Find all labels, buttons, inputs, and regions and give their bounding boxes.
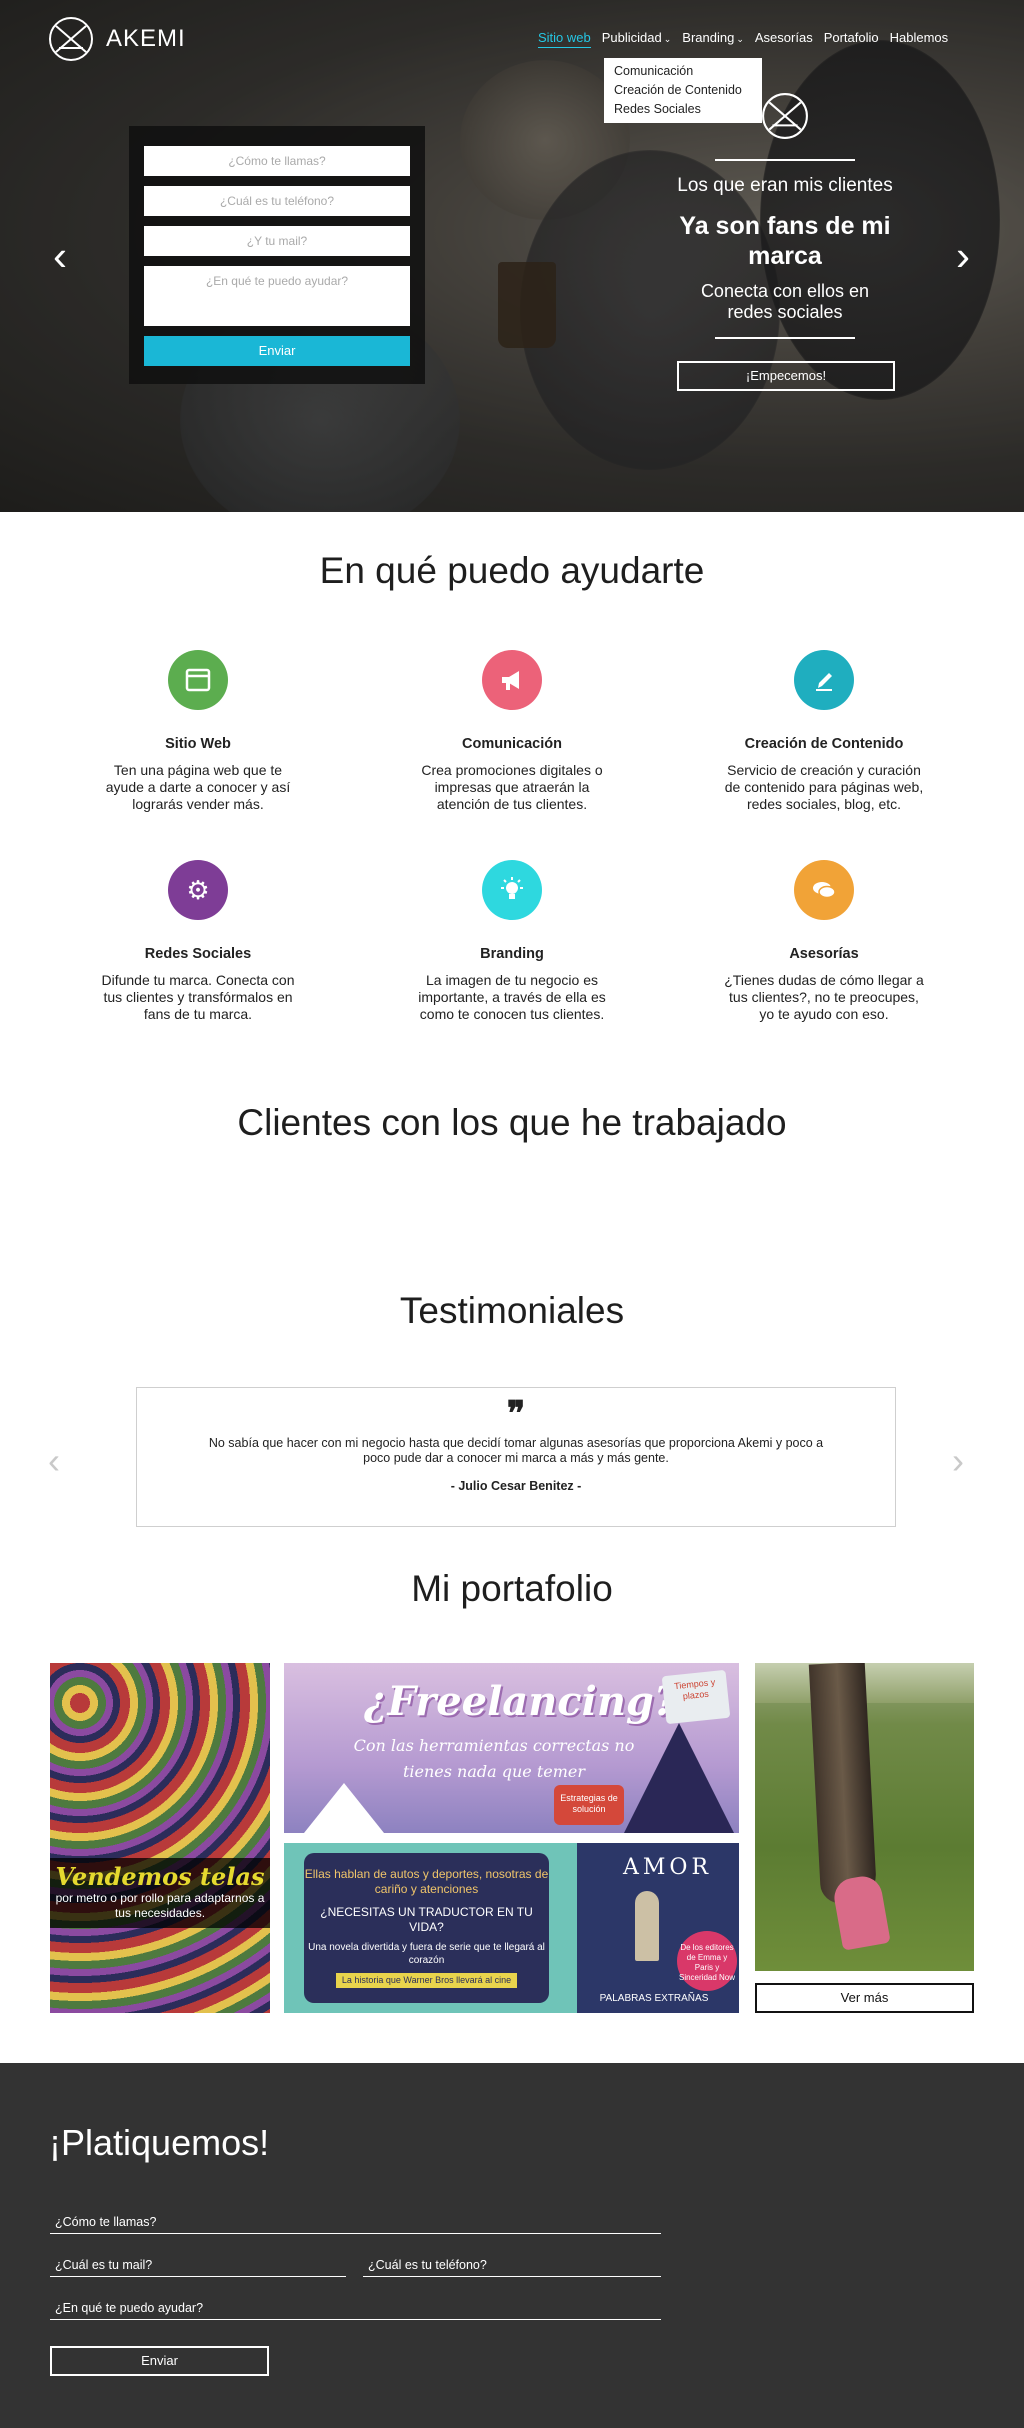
traductor-line-3: Una novela divertida y fuera de serie qu… [308, 1942, 545, 1966]
service-desc: Difunde tu marca. Conecta con tus client… [101, 972, 295, 1022]
contact-name-field[interactable]: ¿Cómo te llamas? [50, 2215, 661, 2234]
freelancing-sticker: Tiempos y plazos [661, 1669, 731, 1725]
freelancing-subtext: Con las herramientas correctas no tienes… [353, 1736, 635, 1781]
amor-title: AMOR [623, 1855, 713, 1880]
pink-shoe [831, 1873, 891, 1951]
service-name: Redes Sociales [144, 946, 252, 962]
service-name: Asesorías [789, 946, 859, 962]
chevron-down-icon: ⌄ [663, 34, 672, 44]
contact-footer: ¡Platiquemos! ¿Cómo te llamas? ¿Cuál es … [0, 2063, 1024, 2428]
traductor-line-4: La historia que Warner Bros llevará al c… [335, 1973, 518, 1988]
quote-icon: ❞ [506, 1395, 526, 1433]
logo-mark-icon [49, 17, 93, 61]
service-sitio-web: Sitio Web Ten una página web que te ayud… [98, 650, 298, 813]
slider-next-arrow-icon[interactable]: › [948, 235, 978, 277]
slider-prev-arrow-icon[interactable]: ‹ [45, 235, 75, 277]
testimonial-prev-arrow-icon[interactable]: ‹ [48, 1440, 60, 1482]
service-asesorias: Asesorías ¿Tienes dudas de cómo llegar a… [724, 860, 924, 1023]
traductor-line-2: ¿NECESITAS UN TRADUCTOR EN TU VIDA? [320, 1905, 533, 1934]
amor-circle-badge: De los editores de Emma y Paris y Sincer… [677, 1931, 737, 1991]
browser-icon [168, 650, 228, 710]
woman-figure [635, 1891, 659, 1961]
service-branding: Branding La imagen de tu negocio es impo… [412, 860, 612, 1023]
dropdown-item-comunicacion[interactable]: Comunicación [614, 62, 752, 81]
service-comunicacion: Comunicación Crea promociones digitales … [412, 650, 612, 813]
pencil-icon [794, 650, 854, 710]
clients-title: Clientes con los que he trabajado [237, 1102, 787, 1143]
service-name: Sitio Web [165, 736, 231, 752]
nav-item-label: Branding [682, 30, 735, 45]
chevron-down-icon: ⌄ [736, 34, 744, 44]
service-creacion-contenido: Creación de Contenido Servicio de creaci… [724, 650, 924, 813]
megaphone-icon [482, 650, 542, 710]
nav-item-hablemos[interactable]: Hablemos [890, 30, 949, 48]
logo-mark-icon [762, 93, 808, 139]
contact-mail-field[interactable]: ¿Cuál es tu mail? [50, 2258, 346, 2277]
amor-footer: PALABRAS EXTRAÑAS [599, 1993, 709, 2004]
service-redes-sociales: ⚙ Redes Sociales Difunde tu marca. Conec… [98, 860, 298, 1023]
testimonial-author: - Julio Cesar Benitez - [450, 1479, 582, 1493]
testimonial-next-arrow-icon[interactable]: › [952, 1440, 964, 1482]
service-name: Comunicación [462, 736, 562, 752]
logo-text: AKEMI [106, 25, 186, 52]
traductor-line-1: Ellas hablan de autos y deportes, nosotr… [304, 1867, 549, 1896]
promo-line-3: Conecta con ellos en redes sociales [700, 281, 870, 322]
hero-mail-input[interactable]: ¿Y tu mail? [144, 226, 410, 256]
hero-contact-form: ¿Cómo te llamas? ¿Cuál es tu teléfono? ¿… [129, 126, 425, 384]
hero-promo: Los que eran mis clientes Ya son fans de… [677, 92, 895, 391]
mountain-shape [304, 1783, 384, 1833]
lightbulb-icon [482, 860, 542, 920]
gears-icon: ⚙ [168, 860, 228, 920]
ver-mas-button[interactable]: Ver más [755, 1983, 974, 2013]
nav-item-portafolio[interactable]: Portafolio [824, 30, 879, 48]
hero-section: AKEMI Sitio web Publicidad ⌄ Branding ⌄ As… [0, 0, 1024, 512]
traductor-card: Ellas hablan de autos y deportes, nosotr… [304, 1853, 549, 2003]
divider [569, 1843, 577, 2013]
portfolio-item-amor[interactable]: AMOR De los editores de Emma y Paris y S… [569, 1843, 739, 2013]
nav-item-asesorias[interactable]: Asesorías [755, 30, 813, 48]
service-desc: Crea promociones digitales o impresas qu… [421, 762, 603, 812]
portfolio-title: Mi portafolio [411, 1568, 613, 1609]
portfolio-item-prosthetic-leg[interactable] [755, 1663, 974, 1971]
chat-bubbles-icon [794, 860, 854, 920]
telas-subtext: por metro o por rollo para adaptarnos a … [55, 1891, 265, 1920]
promo-line-2: Ya son fans de mi marca [679, 212, 891, 270]
telas-banner: Vendemos telas por metro o por rollo par… [50, 1858, 270, 1928]
contact-phone-field[interactable]: ¿Cuál es tu teléfono? [363, 2258, 661, 2277]
testimonial-card: ❞ No sabía que hacer con mi negocio hast… [136, 1387, 896, 1527]
nav-item-sitio-web[interactable]: Sitio web [538, 30, 591, 48]
service-desc: Ten una página web que te ayude a darte … [105, 762, 291, 812]
service-desc: La imagen de tu negocio es importante, a… [418, 972, 606, 1022]
divider [715, 337, 855, 339]
portfolio-item-freelancing[interactable]: ¿Freelancing? Con las herramientas corre… [284, 1663, 739, 1833]
nav-item-label: Publicidad [601, 30, 662, 45]
hero-send-button[interactable]: Enviar [144, 336, 410, 366]
freelancing-headline: ¿Freelancing? [364, 1678, 678, 1725]
services-title: En qué puedo ayudarte [319, 550, 705, 591]
nav-item-branding[interactable]: Branding ⌄ [682, 30, 744, 48]
testimonials-title: Testimoniales [399, 1290, 625, 1331]
empecemos-button[interactable]: ¡Empecemos! [677, 361, 895, 391]
site-logo[interactable]: AKEMI [48, 16, 186, 62]
hero-phone-input[interactable]: ¿Cuál es tu teléfono? [144, 186, 410, 216]
service-name: Branding [480, 946, 544, 962]
contact-help-field[interactable]: ¿En qué te puedo ayudar? [50, 2301, 661, 2320]
telas-headline: Vendemos telas [55, 1862, 265, 1891]
freelancing-badge: Estrategias de solución [554, 1785, 624, 1825]
service-name: Creación de Contenido [744, 736, 904, 752]
testimonial-quote: No sabía que hacer con mi negocio hasta … [208, 1436, 824, 1465]
nav-item-publicidad[interactable]: Publicidad ⌄ [602, 30, 672, 48]
service-desc: Servicio de creación y curación de conte… [724, 762, 924, 812]
hero-name-input[interactable]: ¿Cómo te llamas? [144, 146, 410, 176]
portfolio-item-telas[interactable]: Vendemos telas por metro o por rollo par… [50, 1663, 270, 2013]
portfolio-item-traductor[interactable]: Ellas hablan de autos y deportes, nosotr… [284, 1843, 569, 2013]
hero-help-textarea[interactable]: ¿En qué te puedo ayudar? [144, 266, 410, 326]
promo-line-1: Los que eran mis clientes [677, 175, 893, 196]
service-desc: ¿Tienes dudas de cómo llegar a tus clien… [724, 972, 924, 1022]
contact-title: ¡Platiquemos! [49, 2122, 270, 2163]
divider [715, 159, 855, 161]
main-nav: Sitio web Publicidad ⌄ Branding ⌄ Asesoría… [538, 30, 948, 48]
contact-send-button[interactable]: Enviar [50, 2346, 269, 2376]
